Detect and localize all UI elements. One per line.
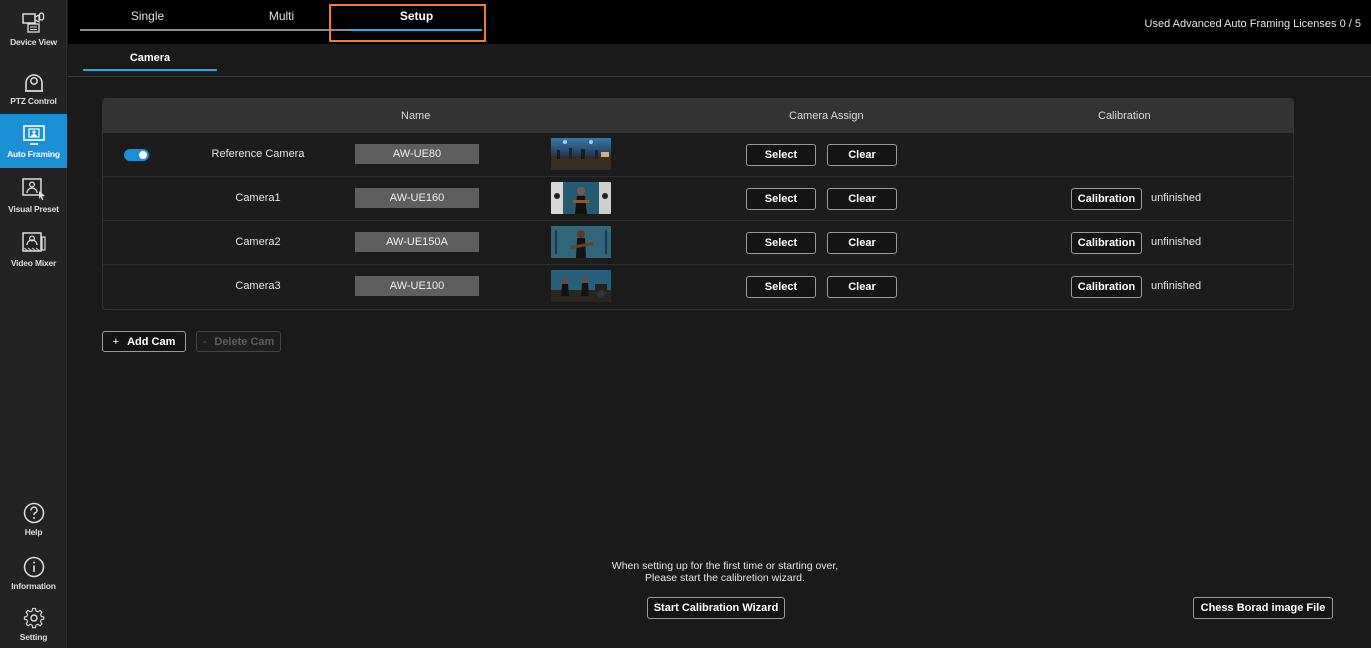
- calibration-button[interactable]: Calibration: [1071, 232, 1142, 254]
- minus-icon: -: [202, 335, 207, 348]
- help-icon: [23, 502, 44, 523]
- table-row: Camera1 AW-UE160 Select Clear Calibratio…: [103, 177, 1293, 221]
- sidebar-item-label: Video Mixer: [10, 257, 57, 268]
- camera-name: Camera2: [235, 236, 281, 248]
- tab-underline: [80, 29, 349, 31]
- sidebar-item-ptz-control[interactable]: PTZ Control: [0, 60, 67, 114]
- clear-button[interactable]: Clear: [827, 232, 897, 254]
- calibration-button[interactable]: Calibration: [1071, 188, 1142, 210]
- header-calibration: Calibration: [1098, 110, 1151, 122]
- sidebar-item-label: Auto Framing: [7, 148, 60, 159]
- clear-button[interactable]: Clear: [827, 276, 897, 298]
- info-icon: [23, 556, 44, 577]
- camera-model: AW-UE80: [355, 144, 479, 164]
- camera-model: AW-UE150A: [355, 232, 479, 252]
- camera-thumbnail: [551, 138, 611, 170]
- delete-cam-label: Delete Cam: [214, 335, 275, 348]
- sidebar-item-label: Setting: [19, 631, 48, 642]
- select-button[interactable]: Select: [746, 276, 816, 298]
- sidebar-item-information[interactable]: Information: [0, 546, 67, 600]
- hint-line: Please start the calibretion wizard.: [645, 572, 805, 584]
- license-status: Used Advanced Auto Framing Licenses 0 / …: [1144, 18, 1361, 30]
- camera-name: Reference Camera: [211, 148, 305, 160]
- sidebar-item-label: Information: [11, 580, 56, 591]
- tab-single[interactable]: Single: [80, 0, 215, 44]
- add-cam-label: Add Cam: [127, 335, 176, 348]
- clear-button[interactable]: Clear: [827, 144, 897, 166]
- video-mixer-icon: [21, 231, 46, 252]
- table-row: Camera3 AW-UE100 Select Clear Calibratio…: [103, 265, 1293, 309]
- sidebar-item-label: Visual Preset: [8, 203, 59, 214]
- sidebar-item-visual-preset[interactable]: Visual Preset: [0, 168, 67, 222]
- camera-model: AW-UE100: [355, 276, 479, 296]
- calibration-status: unfinished: [1151, 236, 1202, 248]
- tab-underline-active: [349, 29, 482, 31]
- auto-framing-icon: [22, 124, 45, 145]
- camera-model: AW-UE160: [355, 188, 479, 208]
- sidebar-item-video-mixer[interactable]: Video Mixer: [0, 222, 67, 276]
- clear-button[interactable]: Clear: [827, 188, 897, 210]
- calibration-status: unfinished: [1151, 280, 1202, 292]
- subtab-underline: [83, 69, 217, 71]
- camera-name: Camera1: [235, 192, 281, 204]
- plus-icon: +: [112, 335, 120, 348]
- tab-multi[interactable]: Multi: [214, 0, 349, 44]
- table-row: Camera2 AW-UE150A Select Clear Calibrati…: [103, 221, 1293, 265]
- sidebar-item-label: PTZ Control: [10, 95, 57, 106]
- calibration-status: unfinished: [1151, 192, 1202, 204]
- calibration-button[interactable]: Calibration: [1071, 276, 1142, 298]
- sidebar-item-label: Help: [24, 526, 43, 537]
- reference-toggle[interactable]: [124, 149, 149, 161]
- camera-thumbnail: [551, 270, 611, 302]
- chess-board-image-file-button[interactable]: Chess Borad image File: [1193, 597, 1333, 619]
- sidebar: Device View PTZ Control Auto Framing Vis…: [0, 0, 67, 648]
- ptz-camera-icon: [24, 73, 43, 92]
- add-cam-button[interactable]: + Add Cam: [102, 331, 186, 352]
- header-name: Name: [401, 110, 431, 122]
- visual-preset-icon: [21, 177, 45, 200]
- delete-cam-button[interactable]: - Delete Cam: [196, 331, 281, 352]
- select-button[interactable]: Select: [746, 144, 816, 166]
- camera-thumbnail: [551, 182, 611, 214]
- subtab-label: Camera: [129, 52, 171, 64]
- sidebar-item-device-view[interactable]: Device View: [0, 0, 67, 58]
- top-bar: Single Multi Setup Used Advanced Auto Fr…: [68, 0, 1371, 44]
- device-view-icon: [21, 11, 44, 33]
- camera-name: Camera3: [235, 280, 281, 292]
- camera-table: Name Camera Assign Calibration Reference…: [102, 98, 1294, 310]
- tab-label: Multi: [268, 9, 295, 23]
- wizard-hint: When setting up for the first time or st…: [560, 560, 890, 584]
- hint-line: When setting up for the first time or st…: [611, 560, 839, 572]
- sidebar-item-setting[interactable]: Setting: [0, 600, 67, 648]
- sidebar-item-label: Device View: [10, 36, 57, 47]
- sidebar-item-auto-framing[interactable]: Auto Framing: [0, 114, 67, 168]
- table-row: Reference Camera AW-UE80 Select Clear: [103, 133, 1293, 177]
- start-calibration-wizard-button[interactable]: Start Calibration Wizard: [647, 597, 785, 619]
- camera-thumbnail: [551, 226, 611, 258]
- divider: [68, 76, 1371, 77]
- tab-label: Single: [130, 9, 165, 23]
- select-button[interactable]: Select: [746, 188, 816, 210]
- gear-icon: [23, 607, 44, 628]
- select-button[interactable]: Select: [746, 232, 816, 254]
- header-camera-assign: Camera Assign: [789, 110, 864, 122]
- sidebar-item-help[interactable]: Help: [0, 492, 67, 546]
- table-header: Name Camera Assign Calibration: [103, 99, 1293, 133]
- tab-label: Setup: [399, 9, 434, 23]
- tab-setup[interactable]: Setup: [349, 0, 484, 44]
